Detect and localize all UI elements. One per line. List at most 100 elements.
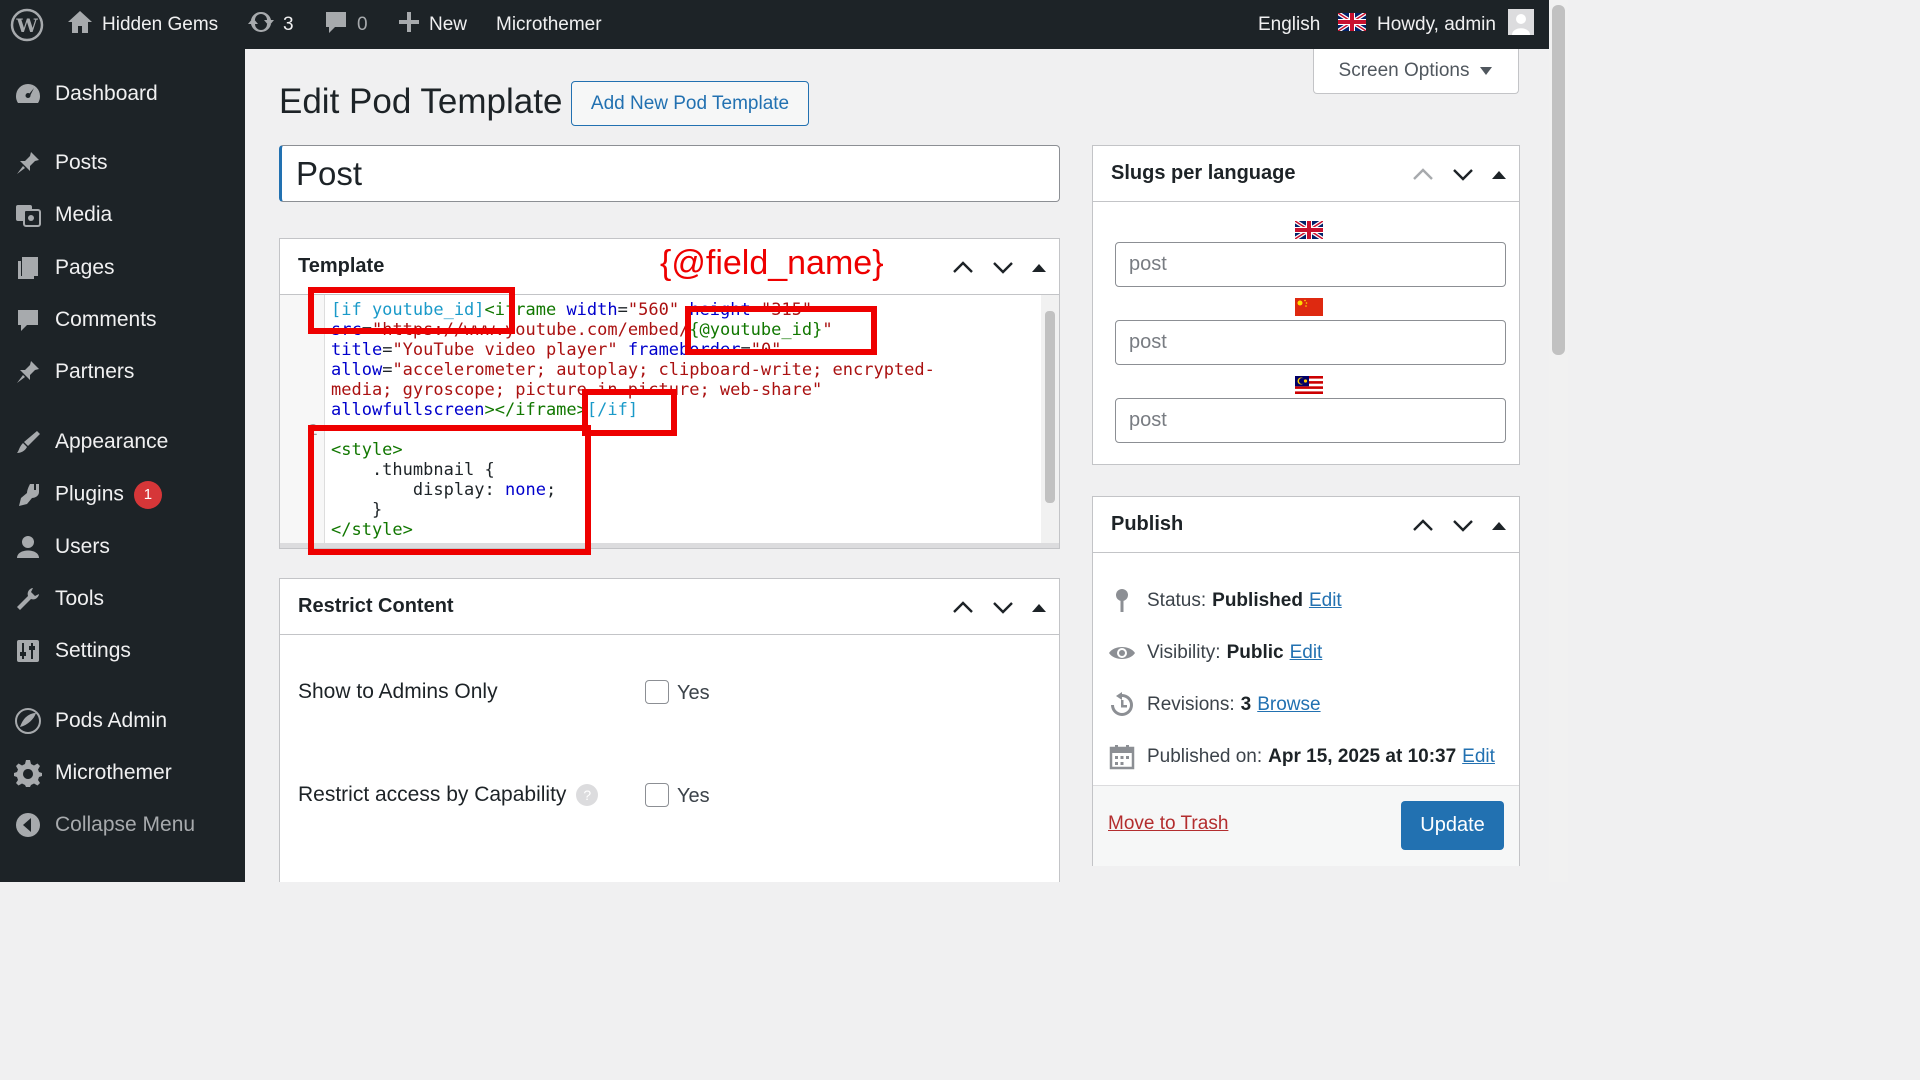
collapse-menu-button[interactable]: Collapse Menu [0,803,245,847]
screen-options-button[interactable]: Screen Options [1313,49,1519,94]
china-flag-icon [1295,298,1323,316]
gear-icon [14,759,42,787]
capability-checkbox[interactable] [645,783,669,807]
admins-only-option-label[interactable]: Yes [677,682,710,705]
help-icon[interactable]: ? [576,784,599,807]
calendar-icon [1108,743,1136,771]
sidebar-item-appearance[interactable]: Appearance [0,420,245,464]
sidebar-item-pods-admin[interactable]: Pods Admin [0,699,245,743]
new-content-link[interactable]: New [397,0,467,49]
site-name: Hidden Gems [102,13,219,35]
add-new-pod-template-button[interactable]: Add New Pod Template [571,81,809,126]
toggle-panel-icon[interactable] [1029,253,1049,281]
move-to-trash-link[interactable]: Move to Trash [1108,813,1228,835]
width-value: "560" [627,300,680,320]
caret-down-icon [1479,60,1493,82]
code-line-4: allow="accelerometer; autoplay; clipboar… [331,360,935,380]
move-up-icon[interactable] [949,253,977,281]
publish-postbox-controls [1409,497,1509,552]
comments-link[interactable]: 0 [323,0,368,49]
sidebar-label-pages: Pages [55,256,115,279]
highlight-youtube-id [685,306,877,355]
page-scrollbar[interactable] [1549,0,1568,882]
sidebar-item-posts[interactable]: Posts [0,141,245,185]
allow-attr: allow [331,360,383,380]
published-on-edit-link[interactable]: Edit [1462,746,1495,768]
sidebar-item-dashboard[interactable]: Dashboard [0,72,245,116]
highlight-if-close [582,389,677,436]
slug-input-en[interactable]: post [1115,242,1506,287]
move-down-icon[interactable] [1449,511,1477,539]
microthemer-link[interactable]: Microthemer [496,0,602,49]
status-row: Status: Published Edit [1108,586,1342,616]
status-edit-link[interactable]: Edit [1309,590,1342,612]
sidebar-label-comments: Comments [55,308,157,331]
capability-option-label[interactable]: Yes [677,785,710,808]
publish-postbox-title: Publish [1111,513,1184,535]
sidebar-item-comments[interactable]: Comments [0,298,245,342]
sidebar-item-microthemer[interactable]: Microthemer [0,751,245,795]
toggle-panel-icon[interactable] [1489,511,1509,539]
home-icon [66,9,94,41]
sidebar-item-plugins[interactable]: Plugins 1 [0,473,245,517]
sidebar-item-users[interactable]: Users [0,525,245,569]
sidebar-label-settings: Settings [55,639,131,662]
move-down-icon[interactable] [1449,160,1477,188]
move-up-icon[interactable] [949,593,977,621]
page-scroll-thumb[interactable] [1552,5,1565,355]
move-down-icon[interactable] [989,253,1017,281]
sidebar-item-partners[interactable]: Partners [0,350,245,394]
highlight-style-block [308,425,591,555]
pin-icon [1108,587,1136,615]
sidebar-item-media[interactable]: Media [0,193,245,237]
move-down-icon[interactable] [989,593,1017,621]
capability-label: Restrict access by Capability ? [298,783,599,807]
collapse-icon [14,811,42,839]
highlight-if-open [308,287,515,334]
plugin-icon [14,481,42,509]
revisions-browse-link[interactable]: Browse [1257,694,1320,716]
sidebar-item-tools[interactable]: Tools [0,577,245,621]
brush-icon [14,428,42,456]
admins-only-checkbox[interactable] [645,680,669,704]
pin-icon [14,358,42,386]
sidebar-item-pages[interactable]: Pages [0,246,245,290]
status-label: Status: [1147,590,1207,611]
language-switcher[interactable]: English [1258,0,1368,49]
wordpress-logo-icon[interactable]: W [10,0,44,49]
admin-bar: W Hidden Gems 3 0 New Microthemer Englis… [0,0,1568,49]
code-editor-scroll-thumb[interactable] [1045,311,1055,503]
move-up-icon[interactable] [1409,160,1437,188]
template-postbox-controls [949,239,1049,294]
revisions-label: Revisions: [1147,694,1235,715]
iframe-close-tag: ></iframe> [484,400,587,420]
my-account-link[interactable]: Howdy, admin [1377,0,1534,49]
site-name-link[interactable]: Hidden Gems [66,0,218,49]
new-label: New [429,13,468,35]
sidebar-label-partners: Partners [55,360,135,383]
uk-flag-icon [1295,221,1323,239]
code-editor-scrollbar[interactable] [1041,295,1059,543]
pods-icon [14,707,42,735]
sidebar-label-microthemer: Microthemer [55,761,172,784]
visibility-edit-link[interactable]: Edit [1290,642,1323,664]
sidebar-label-collapse: Collapse Menu [55,813,196,836]
microthemer-label: Microthemer [496,13,602,35]
update-button[interactable]: Update [1401,801,1504,850]
plugins-update-badge: 1 [133,481,162,509]
slug-input-ms[interactable]: post [1115,398,1506,443]
pages-icon [14,254,42,282]
sidebar-item-settings[interactable]: Settings [0,629,245,673]
move-up-icon[interactable] [1409,511,1437,539]
allowfullscreen-attr: allowfullscreen [331,400,485,420]
post-title-input[interactable]: Post [279,145,1060,202]
slugs-postbox-controls [1409,146,1509,201]
restrict-postbox-title: Restrict Content [298,595,454,617]
dashboard-icon [14,80,42,108]
toggle-panel-icon[interactable] [1029,593,1049,621]
updates-link[interactable]: 3 [247,0,294,49]
updates-icon [247,9,275,41]
toggle-panel-icon[interactable] [1489,160,1509,188]
comment-icon [323,9,349,41]
slug-input-zh[interactable]: post [1115,320,1506,365]
